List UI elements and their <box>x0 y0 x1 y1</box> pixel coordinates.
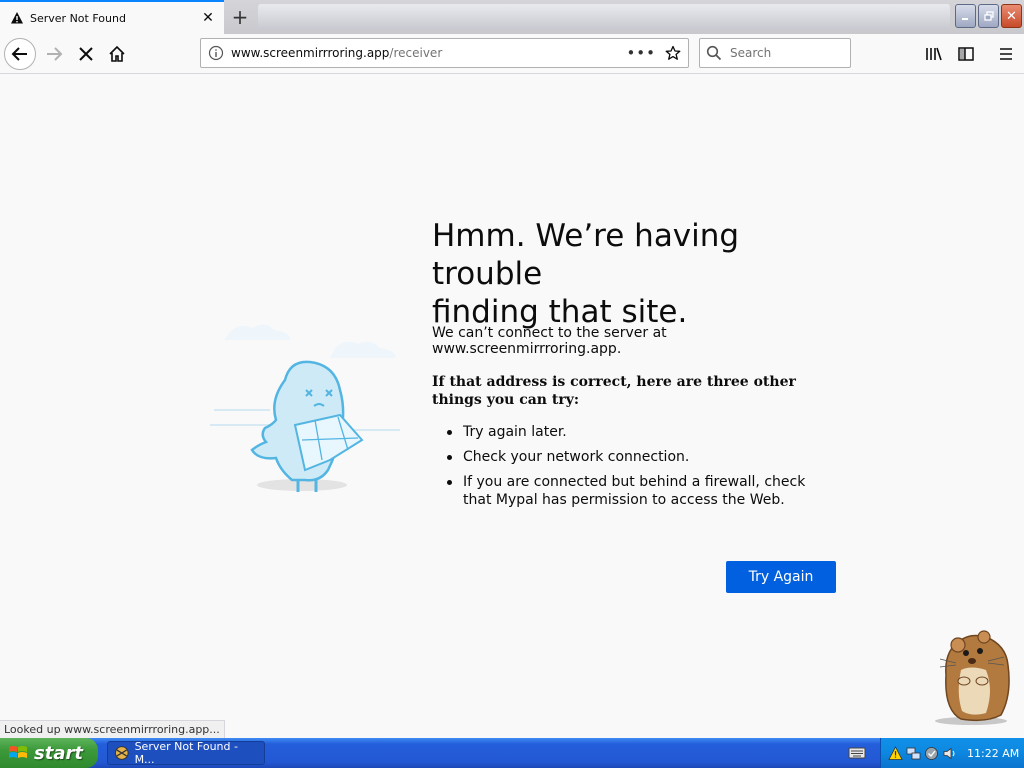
hamburger-menu-icon <box>1000 48 1012 60</box>
window-controls: ✕ <box>955 4 1022 28</box>
home-button[interactable] <box>101 38 133 70</box>
status-bar: Looked up www.screenmirrroring.app... <box>0 720 225 738</box>
error-title: Hmm. We’re having trouble finding that si… <box>432 217 852 331</box>
error-subtitle: If that address is correct, here are thr… <box>432 374 796 408</box>
forward-button[interactable] <box>38 38 70 70</box>
stop-button[interactable] <box>70 38 102 70</box>
minimize-button[interactable] <box>955 4 976 28</box>
url-bar[interactable]: www.screenmirrroring.app/receiver ••• <box>200 38 689 68</box>
titlebar-drag-area[interactable] <box>258 4 950 30</box>
sidebar-button[interactable] <box>950 38 982 70</box>
error-page: Hmm. We’re having trouble finding that si… <box>0 75 1024 725</box>
warning-icon <box>10 11 24 25</box>
stop-x-icon <box>79 47 93 61</box>
search-input[interactable] <box>730 46 840 60</box>
navigation-toolbar: www.screenmirrroring.app/receiver ••• <box>0 34 1024 74</box>
arrow-right-icon <box>47 47 63 61</box>
library-icon <box>926 47 942 61</box>
try-again-button[interactable]: Try Again <box>726 561 836 593</box>
mypal-browser-icon <box>114 746 129 760</box>
security-warning-icon[interactable] <box>887 745 903 761</box>
restore-button[interactable] <box>978 4 999 28</box>
home-icon <box>109 45 125 62</box>
search-bar[interactable] <box>699 38 851 68</box>
clock: 11:22 AM <box>967 746 1020 760</box>
bookmark-star-icon[interactable] <box>664 44 682 62</box>
shield-icon[interactable] <box>923 745 939 761</box>
url-host: www.screenmirrroring.app <box>231 46 390 60</box>
error-description: We can’t connect to the server at www.sc… <box>432 325 667 357</box>
list-item: Check your network connection. <box>447 448 837 466</box>
list-item: Try again later. <box>447 423 837 441</box>
tab-server-not-found[interactable]: Server Not Found ✕ <box>0 0 224 34</box>
new-tab-button[interactable]: + <box>226 4 254 30</box>
hamster-assistant-icon[interactable] <box>916 615 1016 725</box>
suggestion-list: Try again later. Check your network conn… <box>447 423 837 516</box>
windows-logo-icon <box>9 746 27 758</box>
tab-title: Server Not Found <box>30 11 126 25</box>
taskbar-item-label: Server Not Found - M... <box>134 740 238 766</box>
search-icon <box>706 45 722 61</box>
back-button[interactable] <box>4 38 36 70</box>
network-icon[interactable] <box>905 745 921 761</box>
url-text[interactable]: www.screenmirrroring.app/receiver <box>231 46 626 60</box>
start-label: start <box>34 742 83 764</box>
system-tray: 11:22 AM <box>880 738 1024 768</box>
taskbar-item-browser[interactable]: Server Not Found - M... <box>107 740 265 766</box>
close-window-button[interactable]: ✕ <box>1001 4 1022 28</box>
taskbar: start Server Not Found - M... 11:22 AM <box>0 738 1024 768</box>
confused-dinosaur-illustration <box>210 324 400 492</box>
keyboard-icon[interactable] <box>848 744 866 762</box>
sidebar-icon <box>958 47 974 61</box>
list-item: If you are connected but behind a firewa… <box>447 473 837 509</box>
info-icon[interactable] <box>207 44 225 62</box>
error-title-line1: Hmm. We’re having trouble <box>432 218 740 292</box>
start-button[interactable]: start <box>0 738 98 768</box>
close-tab-icon[interactable]: ✕ <box>200 10 216 26</box>
library-button[interactable] <box>918 38 950 70</box>
tab-strip: Server Not Found ✕ + ✕ <box>0 0 1024 34</box>
url-path: /receiver <box>389 46 443 60</box>
menu-button[interactable] <box>990 38 1022 70</box>
page-actions-icon[interactable]: ••• <box>626 44 656 62</box>
arrow-left-icon <box>11 47 27 61</box>
speaker-icon[interactable] <box>941 745 957 761</box>
